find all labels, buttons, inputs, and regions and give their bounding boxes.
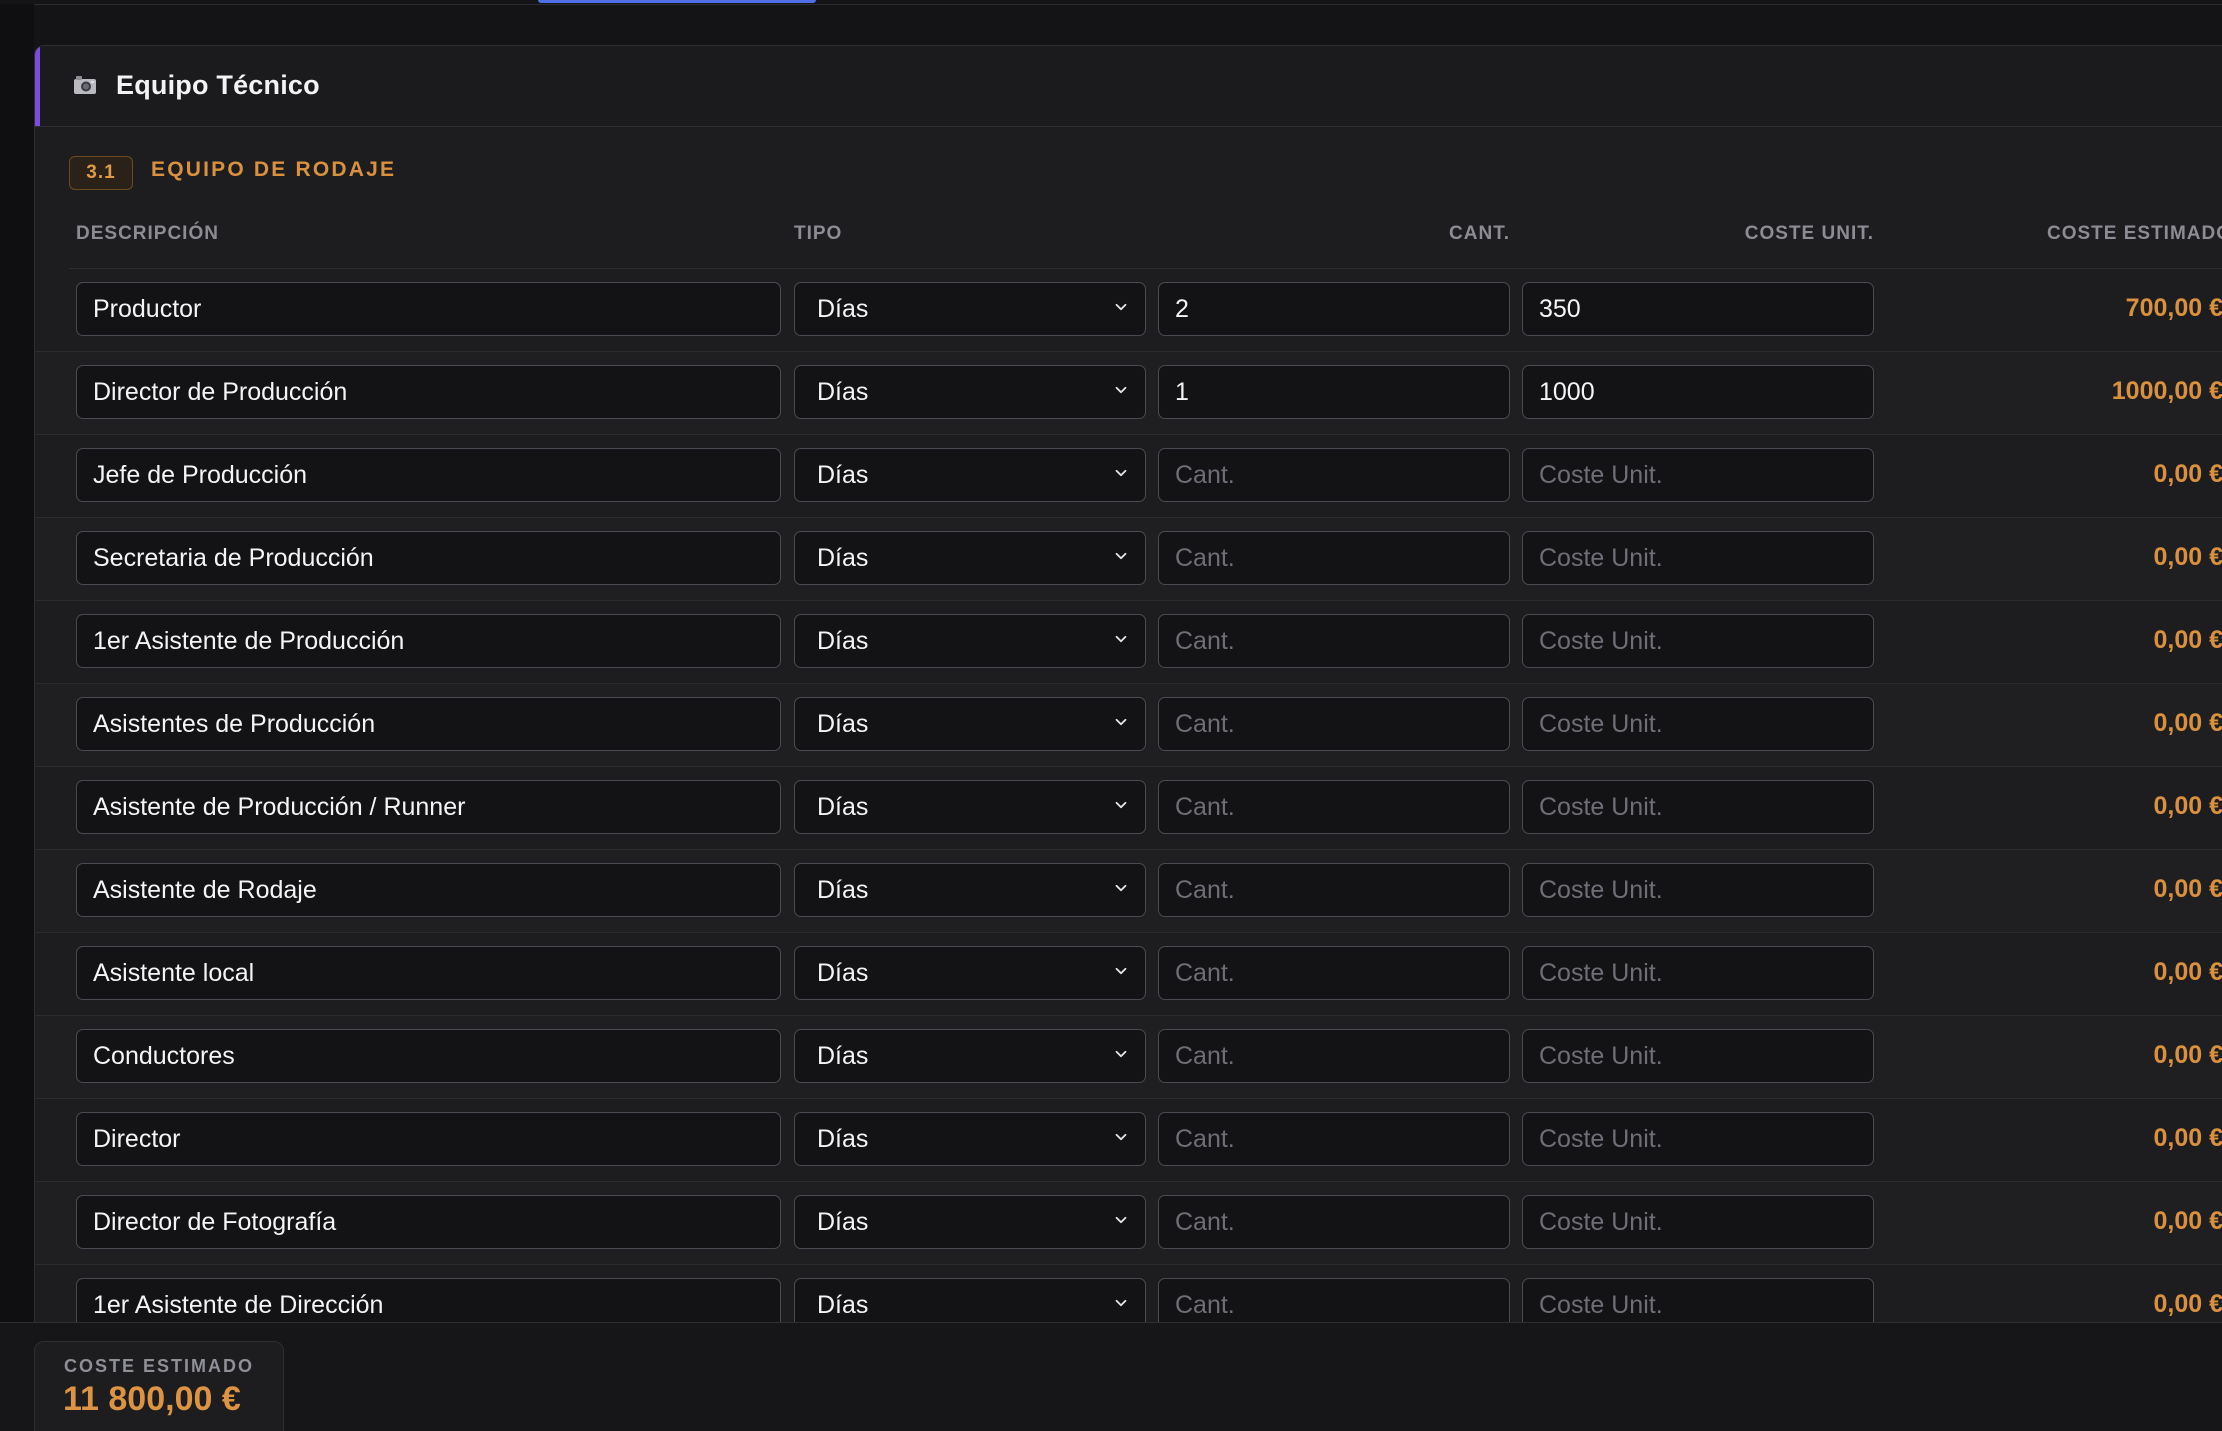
unit-cost-input[interactable]: [1522, 531, 1874, 585]
quantity-input[interactable]: [1158, 697, 1510, 751]
footer-bar: COSTE ESTIMADO 11 800,00 €: [0, 1322, 2222, 1431]
table-row: Días 0,00 €: [35, 1182, 2222, 1265]
type-select[interactable]: Días: [794, 1278, 1146, 1323]
description-input[interactable]: [76, 863, 781, 917]
row-estimated-cost: 0,00 €: [2153, 709, 2222, 737]
section-number-badge: 3.1: [69, 156, 133, 190]
unit-cost-input[interactable]: [1522, 282, 1874, 336]
type-select[interactable]: Días: [794, 946, 1146, 1000]
description-input[interactable]: [76, 614, 781, 668]
table-row: Días 0,00 €: [35, 684, 2222, 767]
left-sidebar-edge: [0, 4, 34, 1322]
quantity-input[interactable]: [1158, 614, 1510, 668]
unit-cost-input[interactable]: [1522, 863, 1874, 917]
unit-cost-input[interactable]: [1522, 1278, 1874, 1323]
table-row: Días 0,00 €: [35, 1016, 2222, 1099]
row-estimated-cost: 0,00 €: [2153, 1207, 2222, 1235]
description-input[interactable]: [76, 946, 781, 1000]
camera-icon: [74, 76, 96, 94]
quantity-input[interactable]: [1158, 531, 1510, 585]
unit-cost-input[interactable]: [1522, 1195, 1874, 1249]
row-estimated-cost: 1000,00 €: [2111, 377, 2222, 405]
table-row: Días 0,00 €: [35, 767, 2222, 850]
table-row: Días 0,00 €: [35, 1265, 2222, 1323]
table-row: Días 700,00 €: [35, 269, 2222, 352]
unit-cost-input[interactable]: [1522, 365, 1874, 419]
column-header-description: DESCRIPCIÓN: [76, 223, 219, 244]
row-estimated-cost: 0,00 €: [2153, 1124, 2222, 1152]
table-row: Días 0,00 €: [35, 435, 2222, 518]
type-select[interactable]: Días: [794, 1195, 1146, 1249]
type-select[interactable]: Días: [794, 448, 1146, 502]
estimated-cost-label: COSTE ESTIMADO: [64, 1356, 255, 1376]
table-row: Días 0,00 €: [35, 601, 2222, 684]
quantity-input[interactable]: [1158, 1029, 1510, 1083]
active-tab-indicator[interactable]: [538, 0, 816, 3]
row-estimated-cost: 700,00 €: [2125, 294, 2222, 322]
description-input[interactable]: [76, 1278, 781, 1323]
column-header-unit-cost: COSTE UNIT.: [1744, 223, 1874, 244]
table-row: Días 1000,00 €: [35, 352, 2222, 435]
quantity-input[interactable]: [1158, 946, 1510, 1000]
panel-header[interactable]: Equipo Técnico: [35, 46, 2222, 127]
estimated-cost-card: COSTE ESTIMADO 11 800,00 €: [34, 1341, 284, 1431]
column-header-quantity: CANT.: [1449, 223, 1510, 244]
row-estimated-cost: 0,00 €: [2153, 1290, 2222, 1318]
table-row: Días 0,00 €: [35, 518, 2222, 601]
unit-cost-input[interactable]: [1522, 448, 1874, 502]
column-header-estimated-cost: COSTE ESTIMADO: [2047, 223, 2222, 244]
type-select[interactable]: Días: [794, 697, 1146, 751]
description-input[interactable]: [76, 780, 781, 834]
section-title: EQUIPO DE RODAJE: [151, 158, 397, 181]
quantity-input[interactable]: [1158, 1278, 1510, 1323]
top-tab-strip: [0, 0, 2222, 5]
type-select[interactable]: Días: [794, 780, 1146, 834]
row-estimated-cost: 0,00 €: [2153, 958, 2222, 986]
unit-cost-input[interactable]: [1522, 1029, 1874, 1083]
quantity-input[interactable]: [1158, 863, 1510, 917]
description-input[interactable]: [76, 697, 781, 751]
row-estimated-cost: 0,00 €: [2153, 460, 2222, 488]
type-select[interactable]: Días: [794, 1112, 1146, 1166]
quantity-input[interactable]: [1158, 448, 1510, 502]
type-select[interactable]: Días: [794, 863, 1146, 917]
description-input[interactable]: [76, 1195, 781, 1249]
panel-title: Equipo Técnico: [116, 70, 320, 100]
panel-accent-bar: [35, 46, 40, 126]
table-row: Días 0,00 €: [35, 1099, 2222, 1182]
type-select[interactable]: Días: [794, 614, 1146, 668]
quantity-input[interactable]: [1158, 282, 1510, 336]
quantity-input[interactable]: [1158, 365, 1510, 419]
estimated-cost-value: 11 800,00 €: [63, 1380, 241, 1418]
table-row: Días 0,00 €: [35, 850, 2222, 933]
line-items: Días 700,00 € Días 1000,00 € Días 0,00 € Días 0…: [35, 269, 2222, 1323]
unit-cost-input[interactable]: [1522, 780, 1874, 834]
unit-cost-input[interactable]: [1522, 946, 1874, 1000]
description-input[interactable]: [76, 1112, 781, 1166]
description-input[interactable]: [76, 531, 781, 585]
row-estimated-cost: 0,00 €: [2153, 792, 2222, 820]
row-estimated-cost: 0,00 €: [2153, 543, 2222, 571]
quantity-input[interactable]: [1158, 780, 1510, 834]
description-input[interactable]: [76, 282, 781, 336]
quantity-input[interactable]: [1158, 1195, 1510, 1249]
description-input[interactable]: [76, 365, 781, 419]
unit-cost-input[interactable]: [1522, 1112, 1874, 1166]
row-estimated-cost: 0,00 €: [2153, 875, 2222, 903]
unit-cost-input[interactable]: [1522, 614, 1874, 668]
row-estimated-cost: 0,00 €: [2153, 626, 2222, 654]
description-input[interactable]: [76, 448, 781, 502]
type-select[interactable]: Días: [794, 1029, 1146, 1083]
table-row: Días 0,00 €: [35, 933, 2222, 1016]
equipment-panel: Equipo Técnico 3.1 EQUIPO DE RODAJE DESC…: [34, 45, 2222, 1324]
unit-cost-input[interactable]: [1522, 697, 1874, 751]
type-select[interactable]: Días: [794, 282, 1146, 336]
type-select[interactable]: Días: [794, 531, 1146, 585]
type-select[interactable]: Días: [794, 365, 1146, 419]
quantity-input[interactable]: [1158, 1112, 1510, 1166]
row-estimated-cost: 0,00 €: [2153, 1041, 2222, 1069]
column-header-type: TIPO: [794, 223, 843, 244]
description-input[interactable]: [76, 1029, 781, 1083]
